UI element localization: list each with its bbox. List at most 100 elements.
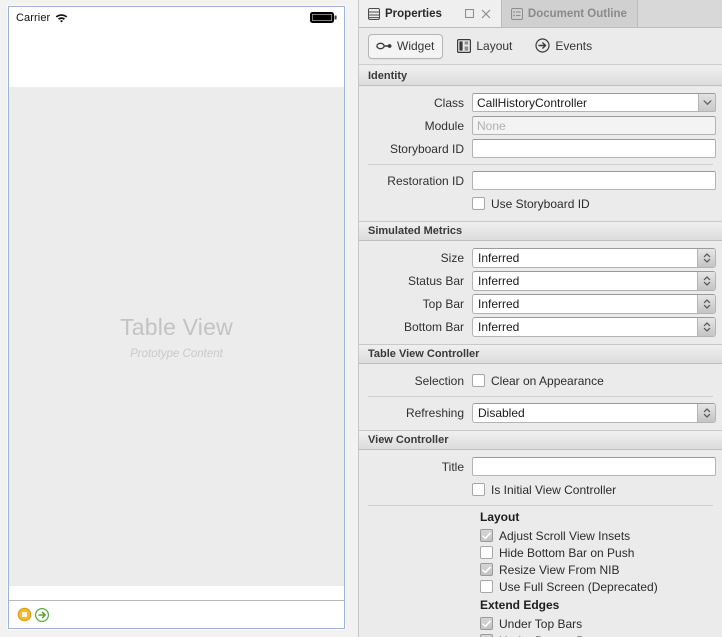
bottom-bar-popup[interactable]: Inferred [472, 317, 716, 337]
field-top-bar-label: Top Bar [359, 297, 472, 311]
tab-document-outline[interactable]: Document Outline [502, 0, 638, 27]
field-refreshing-label: Refreshing [359, 406, 472, 420]
field-storyboard-id: Storyboard ID [359, 137, 722, 160]
restoration-id-input[interactable] [472, 171, 716, 190]
layout-button[interactable]: Layout [449, 34, 521, 59]
stepper-chevrons-icon[interactable] [697, 249, 715, 267]
chevron-down-icon[interactable] [698, 94, 715, 111]
hide-bottom-bar-on-push-checkbox[interactable] [480, 546, 493, 559]
section-body-view-controller: Title Is Initial View Controller Layout [359, 450, 722, 637]
document-outline-icon [511, 8, 523, 20]
tab-properties-label: Properties [385, 8, 442, 20]
battery-icon [310, 12, 337, 23]
stepper-chevrons-icon[interactable] [697, 318, 715, 336]
clear-on-appearance-label: Clear on Appearance [491, 374, 604, 388]
class-input[interactable] [473, 94, 698, 111]
layout-icon [457, 39, 471, 53]
inspector-sections: Identity Class Module [359, 66, 722, 637]
widget-icon [376, 40, 392, 52]
section-body-table-view-controller: Selection Clear on Appearance Refreshing… [359, 364, 722, 430]
field-refreshing: Refreshing Disabled [359, 401, 722, 424]
field-storyboard-id-label: Storyboard ID [359, 142, 472, 156]
title-input[interactable] [472, 457, 716, 476]
field-use-storyboard-id: Use Storyboard ID [359, 192, 722, 215]
clear-on-appearance-checkbox[interactable] [472, 374, 485, 387]
size-popup[interactable]: Inferred [472, 248, 716, 268]
tab-window-controls [465, 9, 491, 19]
minimize-icon[interactable] [465, 9, 474, 18]
checkbox-under-bottom-bars: Under Bottom Bars [480, 632, 722, 637]
stepper-chevrons-icon[interactable] [697, 295, 715, 313]
first-responder-icon[interactable] [17, 607, 32, 622]
section-title: Simulated Metrics [368, 225, 462, 237]
adjust-scroll-view-insets-checkbox[interactable] [480, 529, 493, 542]
checkbox-resize-view-from-nib: Resize View From NIB [480, 561, 722, 578]
group-title-layout: Layout [359, 510, 722, 524]
group-title-extend-edges: Extend Edges [359, 598, 722, 612]
widget-button-label: Widget [397, 39, 434, 53]
section-title: Table View Controller [368, 348, 479, 360]
use-storyboard-id-checkbox[interactable] [472, 197, 485, 210]
checkbox-under-top-bars: Under Top Bars [480, 615, 722, 632]
under-bottom-bars-label: Under Bottom Bars [499, 634, 601, 637]
section-header-view-controller: View Controller [359, 430, 722, 450]
section-header-table-view-controller: Table View Controller [359, 344, 722, 364]
prototype-table-view[interactable]: Table View Prototype Content [9, 87, 344, 586]
properties-panel-icon [368, 8, 380, 20]
carrier-label: Carrier [16, 12, 50, 24]
field-size-label: Size [359, 251, 472, 265]
close-icon[interactable] [481, 9, 491, 19]
storyboard-id-input[interactable] [472, 139, 716, 158]
adjust-scroll-view-insets-label: Adjust Scroll View Insets [499, 529, 630, 543]
field-top-bar: Top Bar Inferred [359, 292, 722, 315]
field-is-initial-view-controller: Is Initial View Controller [359, 478, 722, 501]
refreshing-popup[interactable]: Disabled [472, 403, 716, 423]
field-selection-label: Selection [359, 374, 472, 388]
wifi-icon [55, 13, 68, 23]
is-initial-view-controller-checkbox[interactable] [472, 483, 485, 496]
checkbox-use-full-screen: Use Full Screen (Deprecated) [480, 578, 722, 595]
field-title-label: Title [359, 460, 472, 474]
table-view-placeholder-title: Table View [120, 314, 233, 341]
layout-checkbox-group: Adjust Scroll View Insets Hide Bottom Ba… [359, 527, 722, 595]
section-header-identity: Identity [359, 66, 722, 86]
top-bar-popup[interactable]: Inferred [472, 294, 716, 314]
status-bar-popup[interactable]: Inferred [472, 271, 716, 291]
inspector-tab-strip: Properties [359, 0, 722, 28]
checkbox-adjust-scroll-view-insets: Adjust Scroll View Insets [480, 527, 722, 544]
field-title: Title [359, 455, 722, 478]
stepper-chevrons-icon[interactable] [697, 272, 715, 290]
field-bottom-bar-label: Bottom Bar [359, 320, 472, 334]
use-storyboard-id-label: Use Storyboard ID [491, 197, 590, 211]
under-top-bars-label: Under Top Bars [499, 617, 582, 631]
section-title: Identity [368, 70, 407, 82]
under-top-bars-checkbox[interactable] [480, 617, 493, 630]
checkbox-hide-bottom-bar-on-push: Hide Bottom Bar on Push [480, 544, 722, 561]
field-selection: Selection Clear on Appearance [359, 369, 722, 392]
events-icon [535, 38, 550, 53]
view-controller-scene[interactable]: Carrier [8, 6, 345, 629]
resize-view-from-nib-checkbox[interactable] [480, 563, 493, 576]
field-size: Size Inferred [359, 246, 722, 269]
size-value: Inferred [473, 249, 697, 267]
section-body-simulated-metrics: Size Inferred Status Bar [359, 241, 722, 344]
is-initial-view-controller-label: Is Initial View Controller [491, 483, 616, 497]
widget-button[interactable]: Widget [368, 34, 443, 59]
bottom-bar-value: Inferred [473, 318, 697, 336]
status-bar-value: Inferred [473, 272, 697, 290]
stepper-chevrons-icon[interactable] [697, 404, 715, 422]
field-class: Class [359, 91, 722, 114]
class-combo[interactable] [472, 93, 716, 112]
tab-strip-filler [638, 0, 722, 27]
scene-dock [9, 600, 344, 628]
simulated-status-bar: Carrier [9, 7, 344, 28]
module-input[interactable] [472, 116, 716, 135]
use-full-screen-checkbox[interactable] [480, 580, 493, 593]
section-title: View Controller [368, 434, 448, 446]
refreshing-value: Disabled [473, 404, 697, 422]
events-button[interactable]: Events [527, 33, 601, 59]
tab-properties[interactable]: Properties [359, 0, 502, 27]
divider [368, 505, 713, 506]
properties-inspector-panel: Properties [358, 0, 722, 637]
exit-segue-icon[interactable] [34, 607, 50, 623]
